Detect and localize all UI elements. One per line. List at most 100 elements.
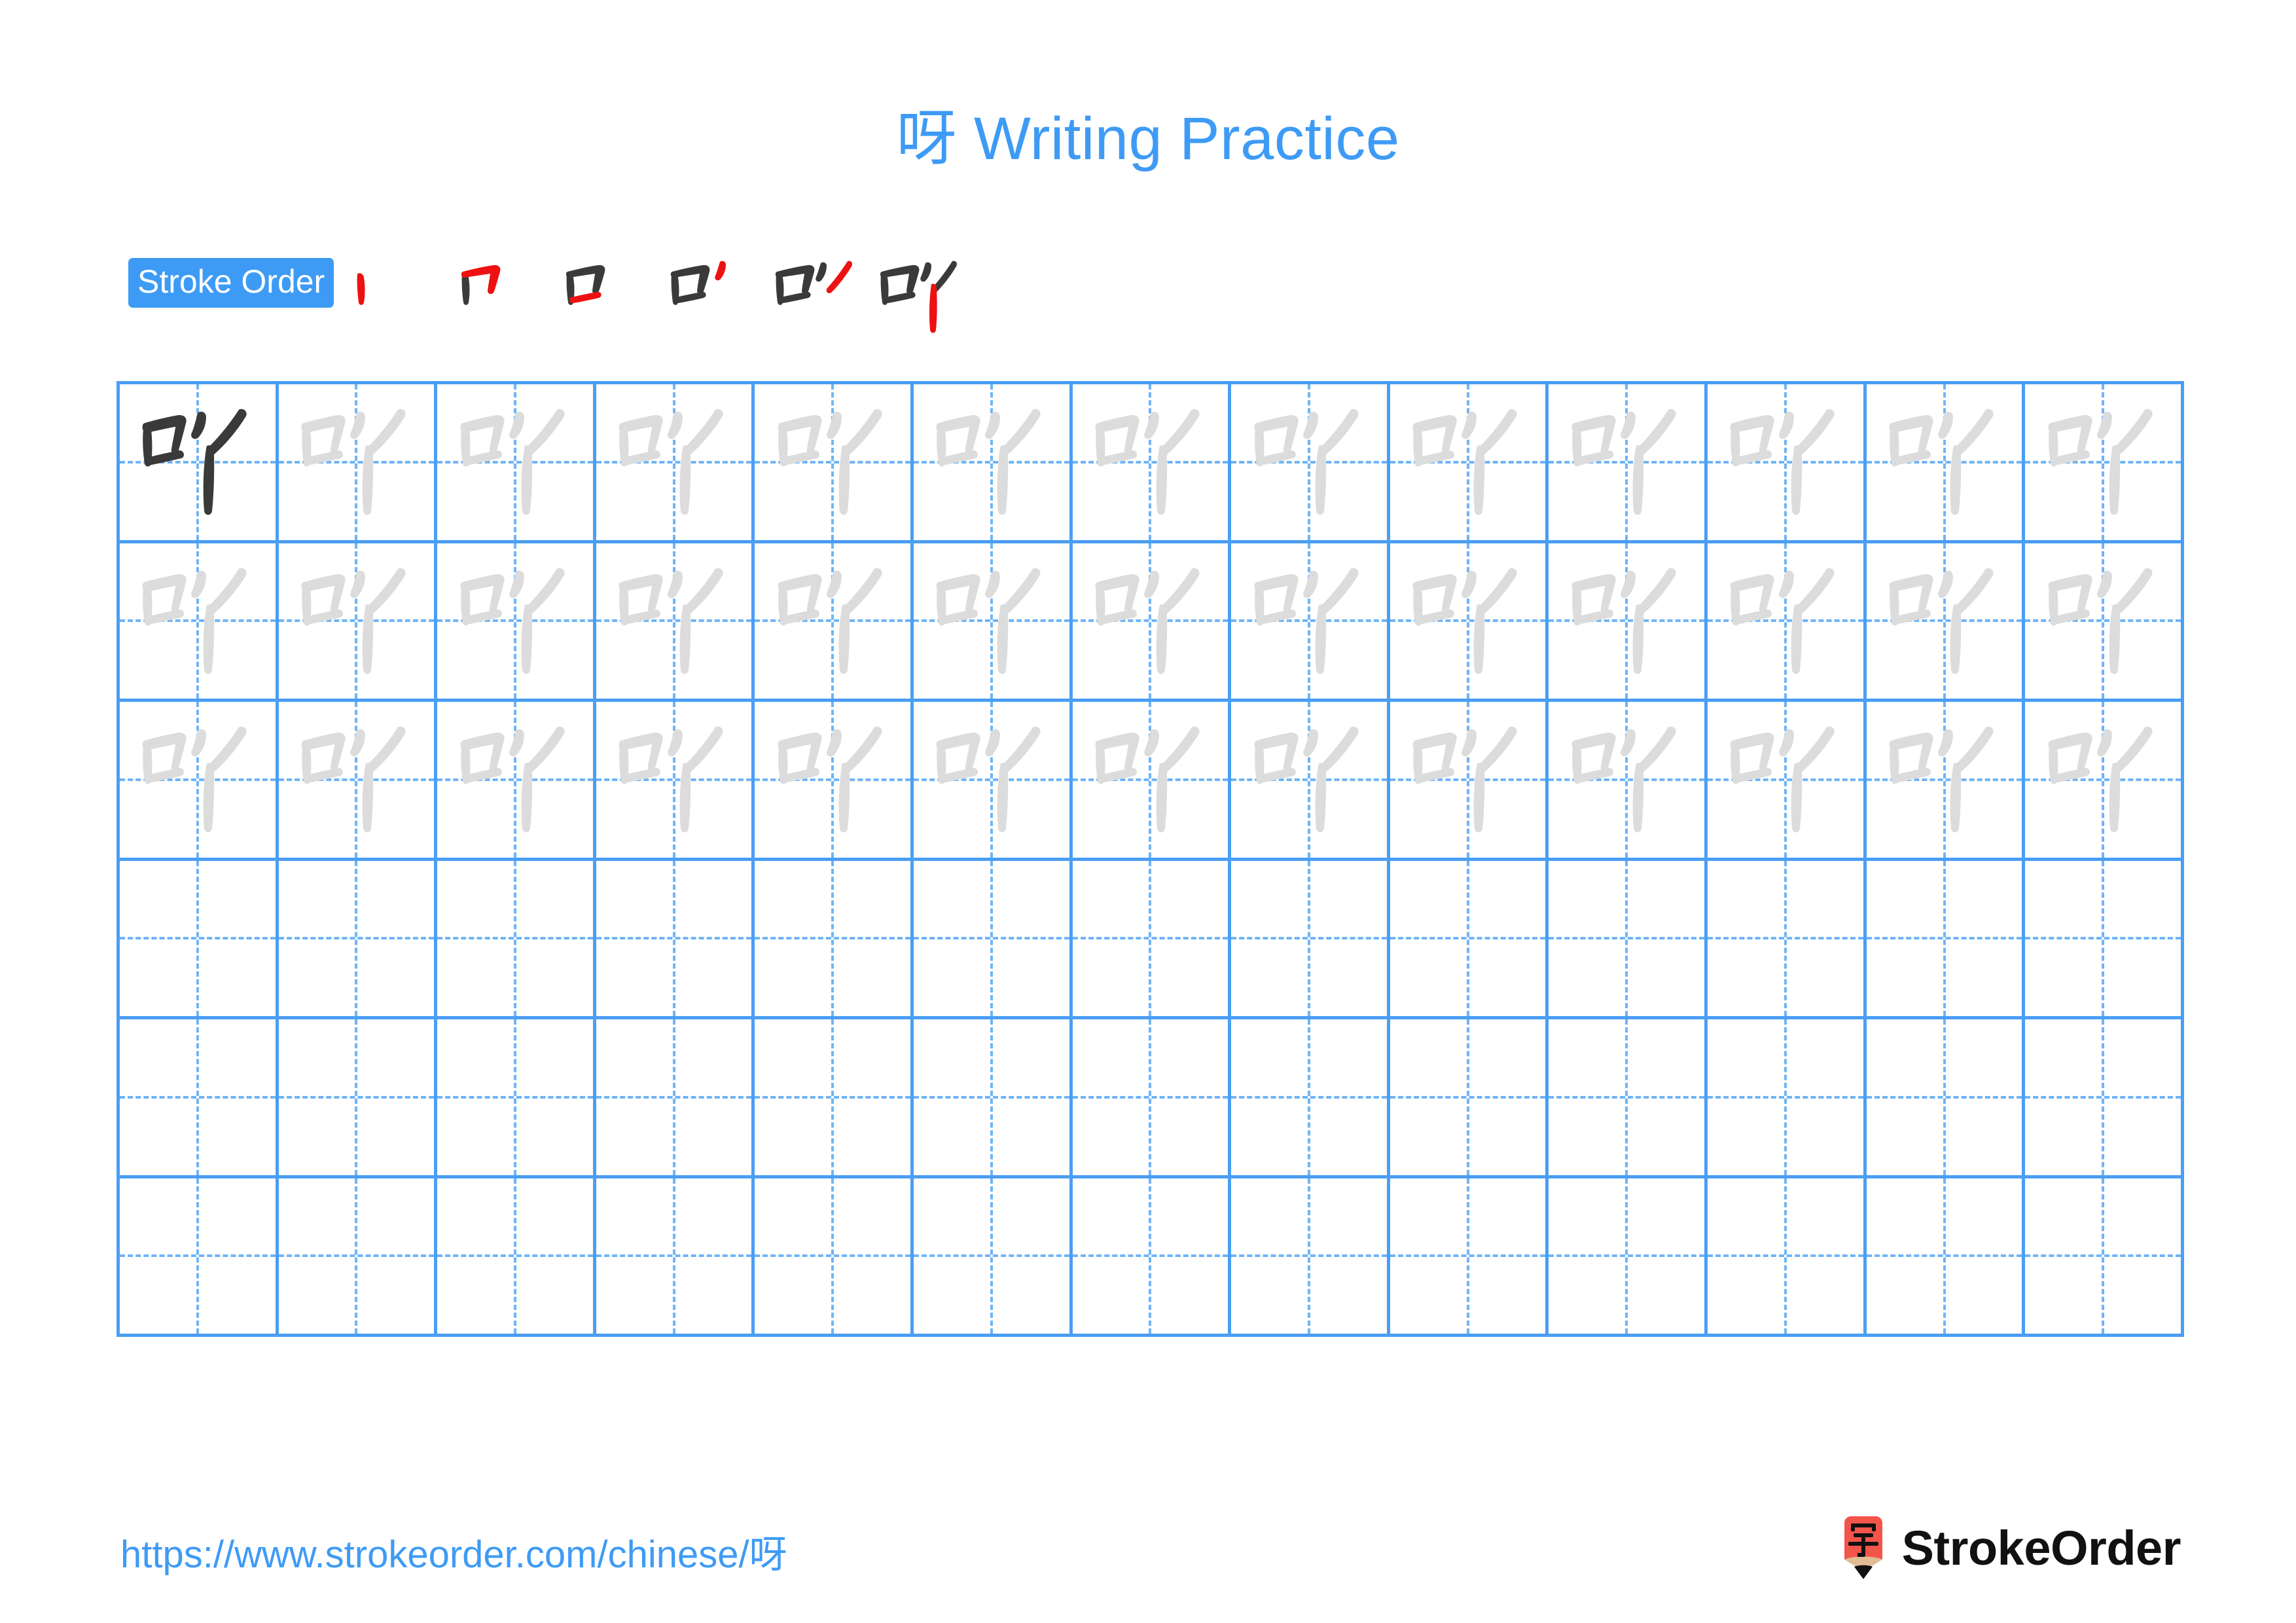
practice-cell-r5-c3[interactable] (437, 1019, 596, 1178)
practice-cell-r5-c5[interactable] (755, 1019, 914, 1178)
practice-cell-r2-c8[interactable] (1231, 543, 1390, 702)
practice-cell-r1-c3[interactable] (437, 384, 596, 543)
trace-character (437, 702, 593, 858)
practice-cell-r3-c2[interactable] (278, 702, 438, 861)
practice-cell-r5-c8[interactable] (1231, 1019, 1390, 1178)
practice-cell-r1-c4[interactable] (596, 384, 755, 543)
practice-cell-r4-c6[interactable] (914, 860, 1073, 1019)
trace-character (1390, 543, 1546, 699)
practice-cell-r6-c13[interactable] (2025, 1178, 2184, 1337)
practice-cell-r2-c1[interactable] (120, 543, 279, 702)
practice-cell-r5-c7[interactable] (1072, 1019, 1232, 1178)
practice-cell-r5-c9[interactable] (1390, 1019, 1549, 1178)
practice-cell-r4-c8[interactable] (1231, 860, 1390, 1019)
footer-url[interactable]: https://www.strokeorder.com/chinese/呀 (120, 1523, 787, 1578)
practice-cell-r4-c9[interactable] (1390, 860, 1549, 1019)
practice-cell-r6-c12[interactable] (1866, 1178, 2026, 1337)
practice-cell-r3-c6[interactable] (914, 702, 1073, 861)
practice-cell-r6-c5[interactable] (755, 1178, 914, 1337)
practice-cell-r1-c8[interactable] (1231, 384, 1390, 543)
practice-cell-r2-c10[interactable] (1549, 543, 1708, 702)
stroke-step-2 (448, 251, 552, 337)
practice-cell-r3-c1[interactable] (120, 702, 279, 861)
practice-cell-r6-c2[interactable] (278, 1178, 438, 1337)
practice-cell-r5-c10[interactable] (1549, 1019, 1708, 1178)
practice-cell-r2-c4[interactable] (596, 543, 755, 702)
practice-cell-r2-c2[interactable] (278, 543, 438, 702)
practice-cell-r3-c12[interactable] (1866, 702, 2026, 861)
practice-cell-r4-c11[interactable] (1708, 860, 1867, 1019)
practice-cell-r5-c6[interactable] (914, 1019, 1073, 1178)
trace-character (1708, 702, 1863, 858)
trace-character (2025, 384, 2181, 540)
practice-cell-r6-c1[interactable] (120, 1178, 279, 1337)
practice-cell-r1-c9[interactable] (1390, 384, 1549, 543)
trace-character (596, 384, 752, 540)
practice-cell-r6-c4[interactable] (596, 1178, 755, 1337)
stroke-order-section: Stroke Order (128, 258, 971, 333)
practice-cell-r4-c12[interactable] (1866, 860, 2026, 1019)
practice-cell-r3-c8[interactable] (1231, 702, 1390, 861)
practice-cell-r6-c11[interactable] (1708, 1178, 1867, 1337)
practice-cell-r3-c13[interactable] (2025, 702, 2184, 861)
practice-cell-r2-c3[interactable] (437, 543, 596, 702)
practice-cell-r5-c11[interactable] (1708, 1019, 1867, 1178)
practice-cell-r3-c5[interactable] (755, 702, 914, 861)
practice-cell-r4-c7[interactable] (1072, 860, 1232, 1019)
practice-cell-r4-c13[interactable] (2025, 860, 2184, 1019)
practice-cell-r5-c12[interactable] (1866, 1019, 2026, 1178)
practice-cell-r4-c2[interactable] (278, 860, 438, 1019)
practice-cell-r4-c4[interactable] (596, 860, 755, 1019)
practice-cell-r4-c10[interactable] (1549, 860, 1708, 1019)
practice-cell-r1-c13[interactable] (2025, 384, 2184, 543)
practice-cell-r5-c4[interactable] (596, 1019, 755, 1178)
practice-cell-r4-c5[interactable] (755, 860, 914, 1019)
trace-character (437, 543, 593, 699)
practice-cell-r3-c3[interactable] (437, 702, 596, 861)
practice-cell-r1-c11[interactable] (1708, 384, 1867, 543)
practice-cell-r2-c12[interactable] (1866, 543, 2026, 702)
practice-cell-r2-c7[interactable] (1072, 543, 1232, 702)
trace-character (120, 702, 276, 858)
trace-character (1231, 543, 1387, 699)
practice-cell-r3-c7[interactable] (1072, 702, 1232, 861)
practice-cell-r5-c1[interactable] (120, 1019, 279, 1178)
trace-character (1867, 702, 2022, 858)
trace-character (1390, 702, 1546, 858)
practice-cell-r6-c8[interactable] (1231, 1178, 1390, 1337)
trace-character (1073, 384, 1229, 540)
stroke-order-steps (343, 251, 971, 337)
practice-cell-r2-c6[interactable] (914, 543, 1073, 702)
practice-cell-r3-c9[interactable] (1390, 702, 1549, 861)
trace-character (1708, 543, 1863, 699)
practice-cell-r1-c2[interactable] (278, 384, 438, 543)
practice-cell-r6-c9[interactable] (1390, 1178, 1549, 1337)
practice-cell-r6-c6[interactable] (914, 1178, 1073, 1337)
stroke-step-1 (343, 251, 448, 337)
practice-cell-r2-c11[interactable] (1708, 543, 1867, 702)
practice-cell-r3-c10[interactable] (1549, 702, 1708, 861)
practice-cell-r6-c7[interactable] (1072, 1178, 1232, 1337)
practice-cell-r1-c5[interactable] (755, 384, 914, 543)
practice-cell-r1-c1[interactable] (120, 384, 279, 543)
practice-cell-r1-c7[interactable] (1072, 384, 1232, 543)
practice-cell-r3-c11[interactable] (1708, 702, 1867, 861)
practice-cell-r6-c3[interactable] (437, 1178, 596, 1337)
trace-character (1549, 384, 1704, 540)
practice-cell-r1-c12[interactable] (1866, 384, 2026, 543)
practice-cell-r4-c1[interactable] (120, 860, 279, 1019)
practice-cell-r1-c6[interactable] (914, 384, 1073, 543)
trace-character (1390, 384, 1546, 540)
practice-cell-r1-c10[interactable] (1549, 384, 1708, 543)
practice-cell-r5-c2[interactable] (278, 1019, 438, 1178)
practice-grid-row (120, 384, 2184, 543)
trace-character (914, 384, 1069, 540)
practice-cell-r6-c10[interactable] (1549, 1178, 1708, 1337)
practice-grid (117, 381, 2184, 1337)
practice-cell-r2-c9[interactable] (1390, 543, 1549, 702)
practice-cell-r5-c13[interactable] (2025, 1019, 2184, 1178)
practice-cell-r4-c3[interactable] (437, 860, 596, 1019)
practice-cell-r2-c13[interactable] (2025, 543, 2184, 702)
practice-cell-r2-c5[interactable] (755, 543, 914, 702)
practice-cell-r3-c4[interactable] (596, 702, 755, 861)
